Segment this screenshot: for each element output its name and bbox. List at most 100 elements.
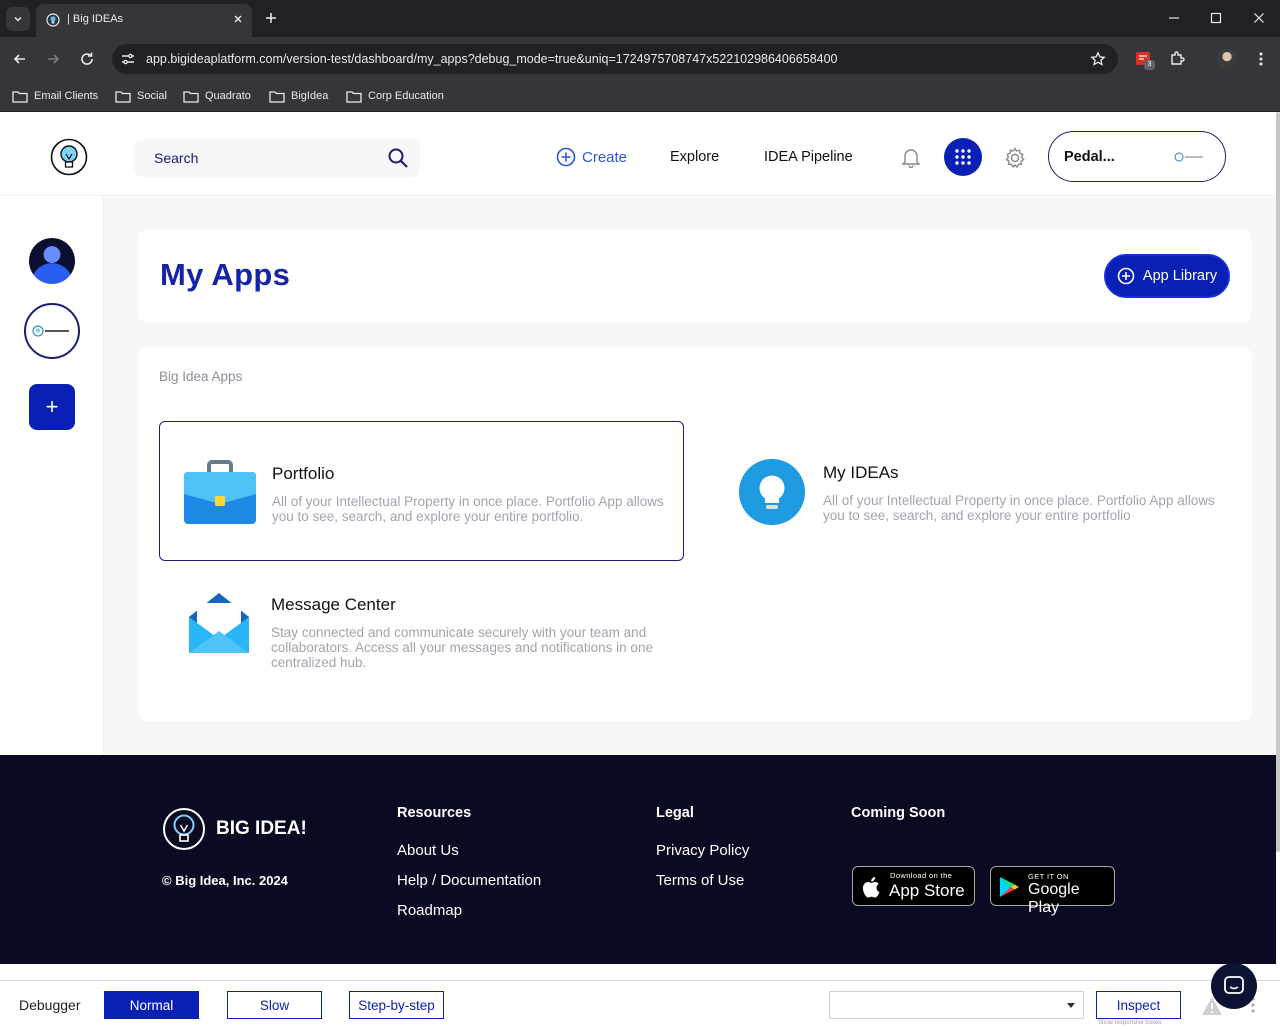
close-icon[interactable] <box>232 13 244 25</box>
page-title: My Apps <box>160 257 291 292</box>
chrome-profile-avatar[interactable] <box>1217 49 1237 69</box>
bookmark-quadrato[interactable]: Quadrato <box>183 87 251 105</box>
app-tile-message-center[interactable]: Message Center Stay connected and commun… <box>159 553 684 693</box>
main-content: My Apps App Library Big Idea Apps Portfo… <box>104 197 1276 755</box>
bookmark-bigidea[interactable]: BigIdea <box>269 87 328 105</box>
plus-icon: + <box>45 394 59 419</box>
create-button[interactable]: Create <box>556 147 627 167</box>
extensions-puzzle-icon[interactable] <box>1168 50 1186 68</box>
google-play-icon <box>1000 877 1019 897</box>
user-avatar[interactable] <box>29 238 75 284</box>
app-description: All of your Intellectual Property in onc… <box>272 494 664 524</box>
footer-coming-soon-heading: Coming Soon <box>851 805 946 821</box>
bookmarks-bar: Email Clients Social Quadrato BigIdea Co… <box>0 81 1280 112</box>
gear-icon[interactable] <box>1003 146 1027 170</box>
responsive-boxes-note[interactable]: Show responsive boxes <box>1098 1020 1161 1026</box>
folder-icon <box>183 90 199 103</box>
title-card: My Apps App Library <box>138 229 1252 323</box>
site-settings-icon[interactable] <box>120 51 136 67</box>
app-name: My IDEAs <box>823 463 899 482</box>
minimize-icon[interactable] <box>1168 12 1180 24</box>
app-library-label: App Library <box>1142 268 1218 284</box>
folder-icon <box>12 90 28 103</box>
profile-name: Pedal... <box>1064 149 1115 165</box>
chat-bubble-icon <box>1224 976 1244 994</box>
bookmark-corp-education[interactable]: Corp Education <box>346 87 444 105</box>
page-scrollbar[interactable] <box>1276 112 1280 852</box>
inspect-button[interactable]: Inspect <box>1096 991 1181 1019</box>
apps-card: Big Idea Apps Portfolio All of your Inte… <box>138 347 1252 721</box>
folder-icon <box>115 90 131 103</box>
apple-icon <box>862 877 880 898</box>
plus-circle-icon <box>556 147 576 167</box>
apps-grid-button[interactable] <box>944 138 982 176</box>
window-close-icon[interactable] <box>1253 12 1265 24</box>
left-rail: + <box>0 197 104 755</box>
org-switcher[interactable] <box>24 303 80 359</box>
debugger-label: Debugger <box>19 997 81 1013</box>
app-store-small-text: Download on the <box>890 871 953 880</box>
tab-search-button[interactable] <box>6 7 30 31</box>
envelope-icon <box>189 593 249 653</box>
footer-link-roadmap[interactable]: Roadmap <box>397 902 462 919</box>
browser-toolbar: app.bigideaplatform.com/version-test/das… <box>0 37 1280 81</box>
browser-tab[interactable]: | Big IDEAs <box>36 4 252 37</box>
back-arrow-icon[interactable] <box>12 51 28 67</box>
debug-mode-slow-button[interactable]: Slow <box>227 991 322 1019</box>
browser-tab-strip: | Big IDEAs <box>0 0 1280 37</box>
briefcase-icon <box>184 460 256 524</box>
footer: BIG IDEA! © Big Idea, Inc. 2024 Resource… <box>0 755 1276 964</box>
app-tile-my-ideas[interactable]: My IDEAs All of your Intellectual Proper… <box>712 421 1232 561</box>
bookmark-star-icon[interactable] <box>1090 51 1106 67</box>
bell-icon[interactable] <box>900 146 922 168</box>
new-tab-plus-icon[interactable] <box>264 11 278 25</box>
app-tile-portfolio[interactable]: Portfolio All of your Intellectual Prope… <box>159 421 684 561</box>
bigidea-footer-logo-icon <box>163 808 205 850</box>
grid-dots-icon <box>955 149 971 165</box>
footer-link-terms-of-use[interactable]: Terms of Use <box>656 872 744 889</box>
debugger-bar: Debugger Normal Slow Step-by-step Inspec… <box>0 980 1280 1029</box>
search-box <box>134 139 420 177</box>
footer-legal-heading: Legal <box>656 805 694 821</box>
address-bar[interactable]: app.bigideaplatform.com/version-test/das… <box>112 44 1118 74</box>
chevron-down-icon <box>14 16 22 22</box>
folder-icon <box>346 90 362 103</box>
chat-support-button[interactable] <box>1211 963 1257 1009</box>
forward-arrow-icon[interactable] <box>45 51 61 67</box>
footer-link-privacy-policy[interactable]: Privacy Policy <box>656 842 749 859</box>
search-input[interactable] <box>154 148 374 168</box>
lightbulb-icon <box>739 459 805 525</box>
app-library-button[interactable]: App Library <box>1104 254 1230 298</box>
google-play-big-text: Google Play <box>1028 881 1080 916</box>
app-store-badge[interactable]: Download on the App Store <box>852 866 975 906</box>
bigidea-org-logo-icon <box>32 325 69 337</box>
nav-explore[interactable]: Explore <box>670 149 719 165</box>
footer-link-help-documentation[interactable]: Help / Documentation <box>397 872 541 889</box>
footer-copyright: © Big Idea, Inc. 2024 <box>162 873 288 888</box>
caret-down-icon <box>1067 1003 1075 1008</box>
maximize-icon[interactable] <box>1210 12 1222 24</box>
debug-mode-step-button[interactable]: Step-by-step <box>349 991 444 1019</box>
debugger-element-select[interactable] <box>829 991 1084 1019</box>
app-description: Stay connected and communicate securely … <box>271 625 653 670</box>
footer-link-about-us[interactable]: About Us <box>397 842 459 859</box>
google-play-badge[interactable]: GET IT ON Google Play <box>990 866 1115 916</box>
google-play-small-text: GET IT ON <box>1028 872 1069 881</box>
more-vert-icon[interactable] <box>1252 50 1270 68</box>
profile-menu[interactable]: Pedal... <box>1048 131 1226 182</box>
add-org-button[interactable]: + <box>29 384 75 430</box>
nav-idea-pipeline[interactable]: IDEA Pipeline <box>764 149 853 165</box>
bookmark-social[interactable]: Social <box>115 87 167 105</box>
footer-resources-heading: Resources <box>397 805 472 821</box>
search-icon[interactable] <box>387 147 409 169</box>
debug-mode-normal-button[interactable]: Normal <box>104 991 199 1019</box>
org-logo-icon <box>1174 152 1203 162</box>
bigidea-logo-icon[interactable] <box>50 138 88 176</box>
app-description: All of your Intellectual Property in onc… <box>823 493 1215 523</box>
app-store-big-text: App Store <box>889 881 965 900</box>
reload-icon[interactable] <box>79 51 95 67</box>
section-label: Big Idea Apps <box>159 369 243 384</box>
folder-icon <box>269 90 285 103</box>
bookmark-email-clients[interactable]: Email Clients <box>12 87 98 105</box>
create-label: Create <box>582 148 628 166</box>
